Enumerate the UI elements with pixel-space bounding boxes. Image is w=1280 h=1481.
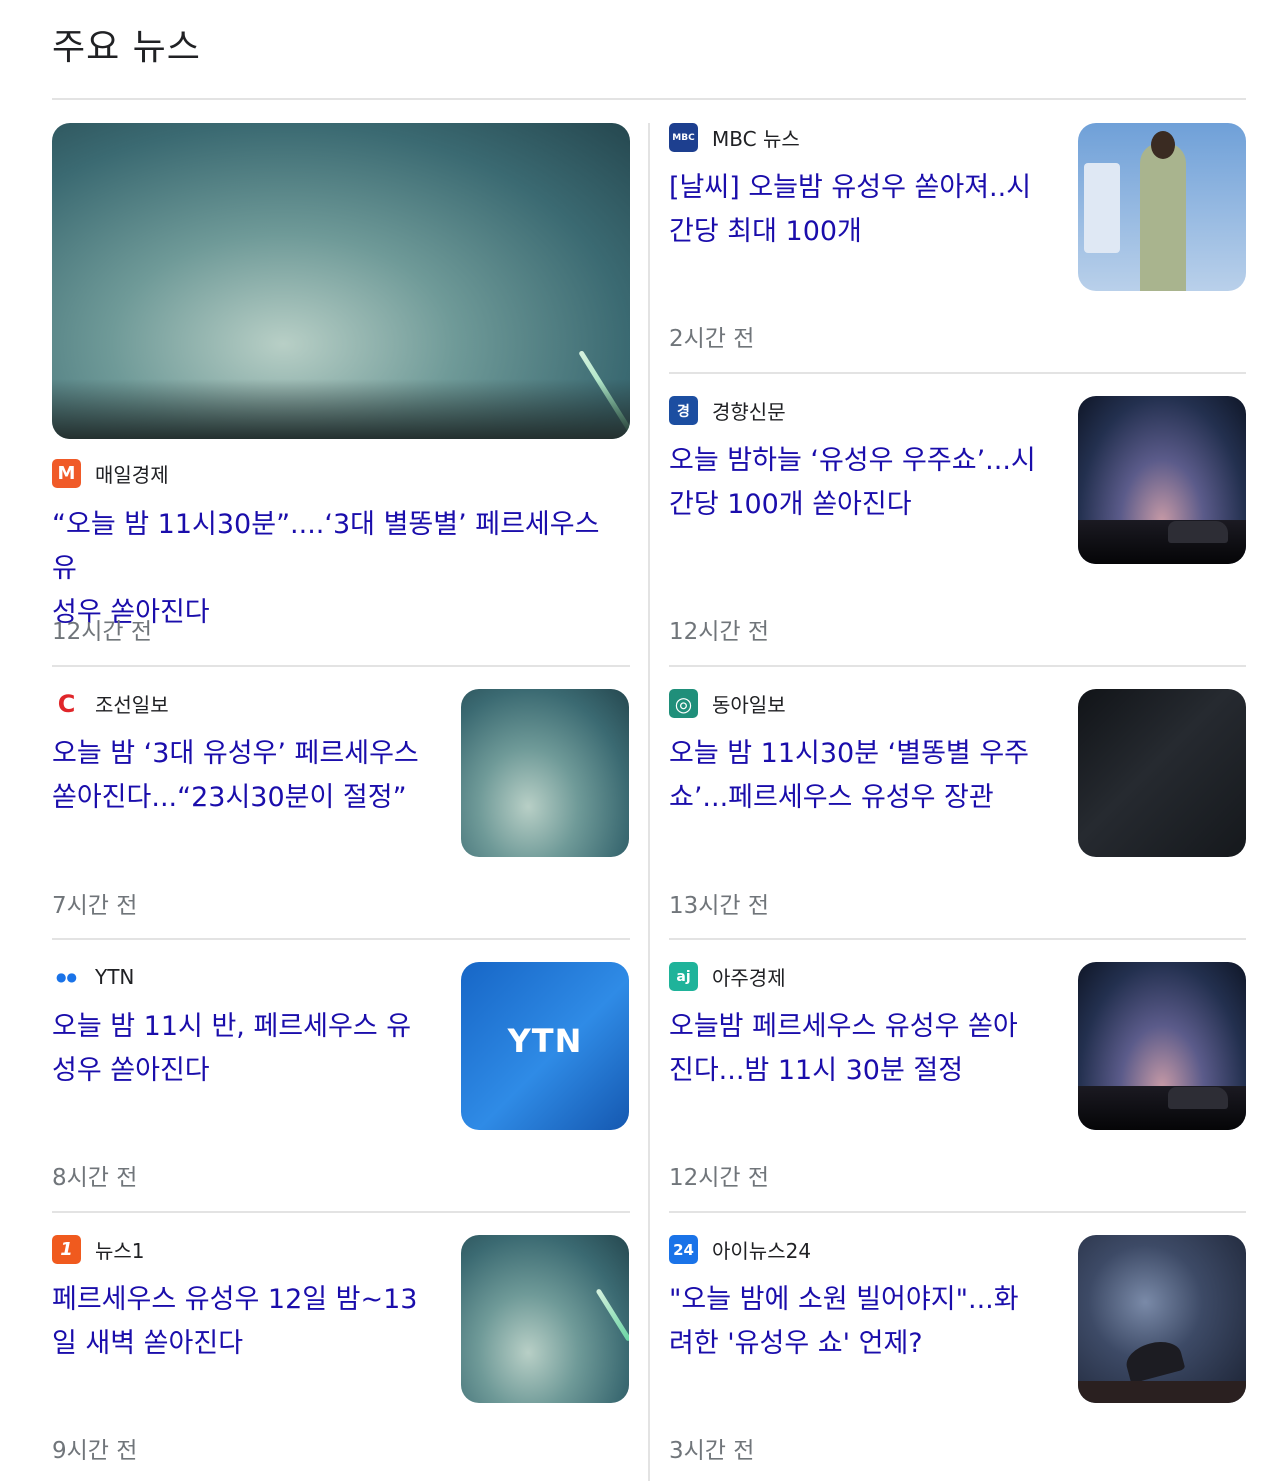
ytn-thumbnail-text: YTN <box>507 1022 583 1060</box>
article-thumbnail[interactable] <box>1078 1235 1246 1403</box>
article-time: 2시간 전 <box>669 326 755 352</box>
article-time: 13시간 전 <box>669 893 770 919</box>
article-headline[interactable]: 오늘밤 페르세우스 유성우 쏟아 진다...밤 11시 30분 절정 <box>669 1005 1059 1093</box>
article-headline[interactable]: 오늘 밤하늘 ‘유성우 우주쇼’...시 간당 100개 쏟아진다 <box>669 439 1059 527</box>
article-thumbnail[interactable] <box>1078 689 1246 857</box>
article-headline[interactable]: 오늘 밤 11시 반, 페르세우스 유 성우 쏟아진다 <box>52 1005 442 1093</box>
article-source[interactable]: M 매일경제 <box>52 459 169 488</box>
article-source[interactable]: C 조선일보 <box>52 689 169 718</box>
article-source[interactable]: 24 아이뉴스24 <box>669 1235 811 1264</box>
ajou-logo-icon: aj <box>669 962 698 991</box>
divider <box>52 938 630 940</box>
article-headline[interactable]: 페르세우스 유성우 12일 밤~13 일 새벽 쏟아진다 <box>52 1278 442 1366</box>
news1-logo-icon: 1 <box>52 1235 81 1264</box>
source-name: 아이뉴스24 <box>712 1239 812 1263</box>
source-name: 뉴스1 <box>95 1239 145 1263</box>
article-source[interactable]: ●● YTN <box>52 962 134 991</box>
source-name: 매일경제 <box>95 463 169 487</box>
article-thumbnail[interactable] <box>1078 396 1246 564</box>
source-name: MBC 뉴스 <box>712 127 800 151</box>
article-thumbnail[interactable] <box>461 1235 629 1403</box>
article-time: 8시간 전 <box>52 1165 138 1191</box>
divider <box>669 938 1246 940</box>
chosun-logo-icon: C <box>52 689 81 718</box>
article-headline[interactable]: 오늘 밤 ‘3대 유성우’ 페르세우스 쏟아진다...“23시30분이 절정” <box>52 732 442 820</box>
article-headline[interactable]: [날씨] 오늘밤 유성우 쏟아져..시 간당 최대 100개 <box>669 166 1059 254</box>
donga-logo-icon: ◎ <box>669 689 698 718</box>
article-source[interactable]: 1 뉴스1 <box>52 1235 145 1264</box>
article-source[interactable]: 경 경향신문 <box>669 396 786 425</box>
ytn-logo-icon: ●● <box>52 962 81 991</box>
section-title: 주요 뉴스 <box>52 27 201 68</box>
divider <box>52 1211 630 1213</box>
article-time: 12시간 전 <box>669 1165 770 1191</box>
article-source[interactable]: aj 아주경제 <box>669 962 786 991</box>
article-time: 3시간 전 <box>669 1438 755 1464</box>
article-source[interactable]: ◎ 동아일보 <box>669 689 786 718</box>
article-time: 7시간 전 <box>52 893 138 919</box>
source-name: 경향신문 <box>712 400 786 424</box>
maeil-logo-icon: M <box>52 459 81 488</box>
article-headline[interactable]: "오늘 밤에 소원 빌어야지"...화 려한 '유성우 쇼' 언제? <box>669 1278 1059 1366</box>
article-source[interactable]: MBC MBC 뉴스 <box>669 123 800 152</box>
article-thumbnail[interactable] <box>1078 123 1246 291</box>
article-time: 12시간 전 <box>52 619 153 645</box>
article-thumbnail[interactable] <box>461 689 629 857</box>
source-name: YTN <box>95 964 135 989</box>
divider <box>669 372 1246 374</box>
source-name: 아주경제 <box>712 966 786 990</box>
divider <box>52 98 1246 100</box>
mbc-logo-icon: MBC <box>669 123 698 152</box>
article-thumbnail[interactable] <box>52 123 630 439</box>
article-time: 12시간 전 <box>669 619 770 645</box>
divider <box>669 665 1246 667</box>
article-headline[interactable]: 오늘 밤 11시30분 ‘별똥별 우주 쇼’...페르세우스 유성우 장관 <box>669 732 1059 820</box>
divider <box>669 1211 1246 1213</box>
column-divider <box>648 123 650 1481</box>
source-name: 동아일보 <box>712 693 786 717</box>
article-thumbnail[interactable]: YTN <box>461 962 629 1130</box>
source-name: 조선일보 <box>95 693 169 717</box>
kyunghyang-logo-icon: 경 <box>669 396 698 425</box>
divider <box>52 665 630 667</box>
article-thumbnail[interactable] <box>1078 962 1246 1130</box>
article-time: 9시간 전 <box>52 1438 138 1464</box>
inews24-logo-icon: 24 <box>669 1235 698 1264</box>
